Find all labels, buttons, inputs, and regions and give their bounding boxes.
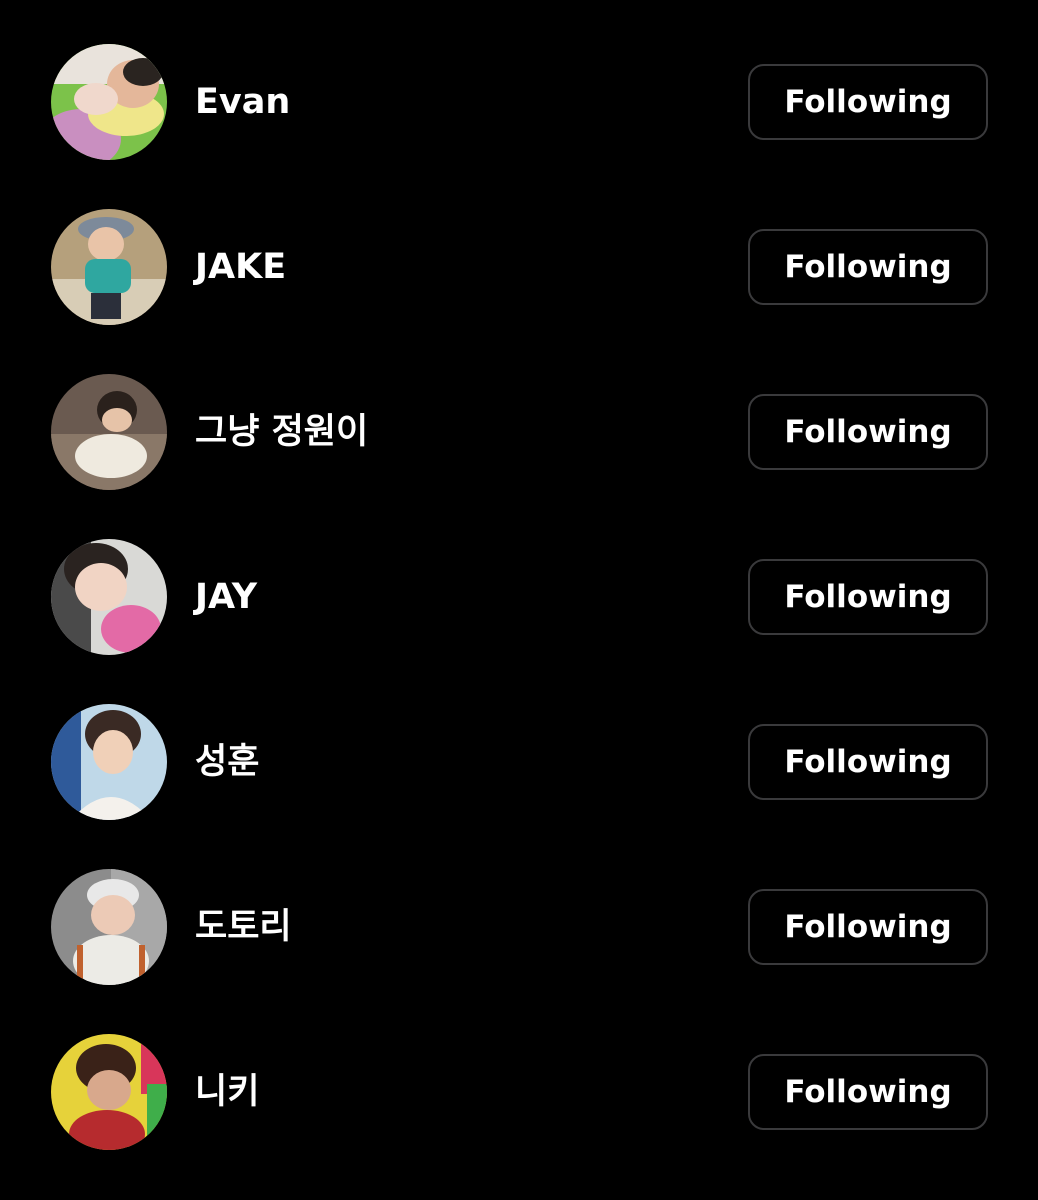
following-button[interactable]: Following xyxy=(748,229,988,305)
avatar[interactable] xyxy=(51,1034,167,1150)
following-button[interactable]: Following xyxy=(748,394,988,470)
avatar[interactable] xyxy=(51,374,167,490)
following-button[interactable]: Following xyxy=(748,1054,988,1130)
list-item[interactable]: JAKE Following xyxy=(0,185,1038,350)
list-item[interactable]: 니키 Following xyxy=(0,1010,1038,1175)
username[interactable]: 니키 xyxy=(195,1010,259,1175)
following-button[interactable]: Following xyxy=(748,889,988,965)
avatar[interactable] xyxy=(51,209,167,325)
following-list: Evan Following JAKE Following 그냥 정원이 Fol… xyxy=(0,20,1038,1175)
list-item[interactable]: 도토리 Following xyxy=(0,845,1038,1010)
avatar[interactable] xyxy=(51,44,167,160)
following-button[interactable]: Following xyxy=(748,64,988,140)
username[interactable]: JAY xyxy=(195,515,257,680)
username[interactable]: 성훈 xyxy=(195,680,259,845)
avatar[interactable] xyxy=(51,869,167,985)
list-item[interactable]: Evan Following xyxy=(0,20,1038,185)
avatar[interactable] xyxy=(51,704,167,820)
username[interactable]: 도토리 xyxy=(195,845,292,1010)
username[interactable]: JAKE xyxy=(195,185,286,350)
avatar[interactable] xyxy=(51,539,167,655)
following-button[interactable]: Following xyxy=(748,559,988,635)
list-item[interactable]: JAY Following xyxy=(0,515,1038,680)
username[interactable]: Evan xyxy=(195,20,290,185)
username[interactable]: 그냥 정원이 xyxy=(195,350,368,515)
list-item[interactable]: 성훈 Following xyxy=(0,680,1038,845)
list-item[interactable]: 그냥 정원이 Following xyxy=(0,350,1038,515)
following-button[interactable]: Following xyxy=(748,724,988,800)
